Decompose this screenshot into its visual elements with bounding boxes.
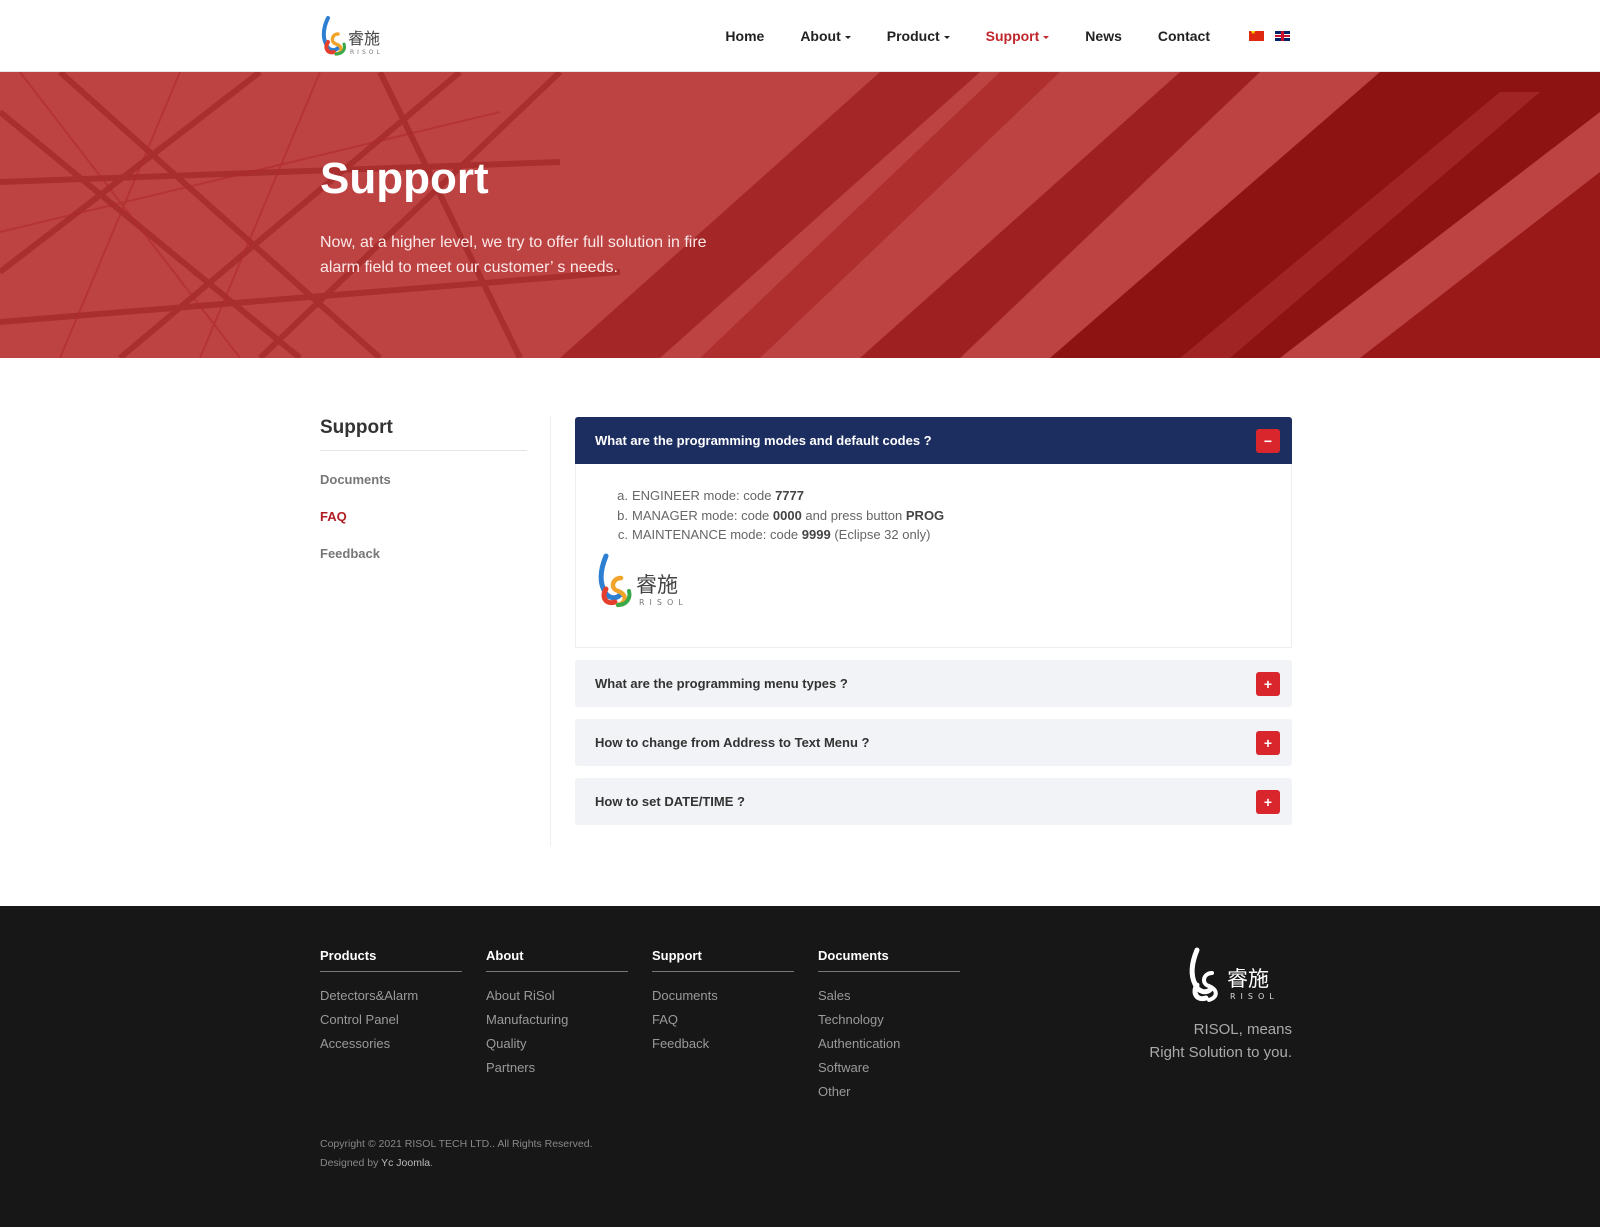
faq-question: How to set DATE/TIME ? <box>595 794 745 809</box>
column-divider <box>550 416 551 846</box>
site-footer: Products Detectors&Alarm Control Panel A… <box>0 906 1600 1227</box>
footer-link[interactable]: Documents <box>652 984 794 1008</box>
footer-heading: About <box>486 948 628 972</box>
hero-subtitle: Now, at a higher level, we try to offer … <box>320 234 707 276</box>
footer-column-products: Products Detectors&Alarm Control Panel A… <box>320 948 462 1056</box>
footer-link[interactable]: Control Panel <box>320 1008 462 1032</box>
footer-link[interactable]: Other <box>818 1080 960 1104</box>
sidebar-title: Support <box>320 417 393 438</box>
risol-logo-image: 睿施 RISOL <box>598 553 688 608</box>
faq-item[interactable]: How to set DATE/TIME ? + <box>575 778 1292 825</box>
nav-support[interactable]: Support <box>986 28 1050 44</box>
site-header: 睿施 RISOL Home About Product Support News… <box>0 0 1600 72</box>
svg-text:RISOL: RISOL <box>639 598 688 607</box>
caret-down-icon <box>844 35 851 39</box>
caret-down-icon <box>1043 35 1050 39</box>
svg-text:RISOL: RISOL <box>1230 992 1279 1001</box>
nav-product[interactable]: Product <box>887 28 950 44</box>
hero-title: Support <box>320 154 489 203</box>
footer-column-support: Support Documents FAQ Feedback <box>652 948 794 1056</box>
footer-link[interactable]: Partners <box>486 1056 628 1080</box>
faq-item[interactable]: What are the programming menu types ? + <box>575 660 1292 707</box>
footer-link[interactable]: Technology <box>818 1008 960 1032</box>
nav-about[interactable]: About <box>800 28 851 44</box>
designer-link[interactable]: Yc Joomla <box>381 1157 430 1169</box>
programming-codes-list: a. ENGINEER mode: code 7777 b. MANAGER mod… <box>606 486 944 545</box>
svg-text:睿施: 睿施 <box>1227 967 1269 991</box>
faq-question: What are the programming menu types ? <box>595 676 848 691</box>
svg-text:RISOL: RISOL <box>350 49 383 56</box>
footer-link[interactable]: Accessories <box>320 1032 462 1056</box>
uk-flag-icon[interactable] <box>1275 31 1290 41</box>
footer-link[interactable]: Quality <box>486 1032 628 1056</box>
footer-heading: Documents <box>818 948 960 972</box>
main-nav: Home About Product Support News Contact <box>689 0 1290 72</box>
faq-item[interactable]: How to change from Address to Text Menu … <box>575 719 1292 766</box>
footer-column-about: About About RiSol Manufacturing Quality … <box>486 948 628 1080</box>
hero-banner: Support Now, at a higher level, we try t… <box>0 72 1600 358</box>
designed-by: Designed by Yc Joomla. <box>320 1157 434 1169</box>
cn-flag-icon[interactable] <box>1249 31 1264 41</box>
footer-tagline: RISOL, means Right Solution to you. <box>1149 1021 1292 1061</box>
footer-link[interactable]: Manufacturing <box>486 1008 628 1032</box>
sidebar-item-feedback[interactable]: Feedback <box>320 546 380 561</box>
list-item: c. MAINTENANCE mode: code 9999 (Eclipse 3… <box>617 527 931 542</box>
svg-text:睿施: 睿施 <box>636 573 678 597</box>
sidebar-item-faq[interactable]: FAQ <box>320 509 347 524</box>
list-item: a. ENGINEER mode: code 7777 <box>617 488 804 503</box>
risol-logo-white: 睿施 RISOL <box>1189 947 1279 1002</box>
footer-heading: Support <box>652 948 794 972</box>
faq-item-open-header[interactable]: What are the programming modes and defau… <box>575 417 1292 464</box>
footer-heading: Products <box>320 948 462 972</box>
nav-home[interactable]: Home <box>725 28 764 44</box>
footer-link[interactable]: FAQ <box>652 1008 794 1032</box>
nav-news[interactable]: News <box>1085 28 1122 44</box>
sidebar-divider <box>320 450 527 451</box>
copyright: Copyright © 2021 RISOL TECH LTD.. All Ri… <box>320 1135 592 1173</box>
footer-link[interactable]: Authentication <box>818 1032 960 1056</box>
footer-column-documents: Documents Sales Technology Authenticatio… <box>818 948 960 1104</box>
sidebar-item-documents[interactable]: Documents <box>320 472 391 487</box>
footer-link[interactable]: About RiSol <box>486 984 628 1008</box>
hero-structure-background <box>0 72 1600 358</box>
caret-down-icon <box>943 35 950 39</box>
list-item: b. MANAGER mode: code 0000 and press butt… <box>617 507 945 523</box>
expand-icon[interactable]: + <box>1256 731 1280 755</box>
nav-contact[interactable]: Contact <box>1158 28 1210 44</box>
faq-question: What are the programming modes and defau… <box>595 433 932 448</box>
footer-link[interactable]: Feedback <box>652 1032 794 1056</box>
footer-link[interactable]: Sales <box>818 984 960 1008</box>
faq-question: How to change from Address to Text Menu … <box>595 735 870 750</box>
faq-item-open-body: a. ENGINEER mode: code 7777 b. MANAGER mod… <box>575 464 1292 648</box>
expand-icon[interactable]: + <box>1256 672 1280 696</box>
collapse-icon[interactable]: − <box>1256 429 1280 453</box>
risol-logo[interactable]: 睿施 RISOL <box>320 14 400 58</box>
footer-link[interactable]: Software <box>818 1056 960 1080</box>
expand-icon[interactable]: + <box>1256 790 1280 814</box>
language-switcher <box>1238 31 1290 41</box>
footer-link[interactable]: Detectors&Alarm <box>320 984 462 1008</box>
svg-text:睿施: 睿施 <box>348 29 380 48</box>
